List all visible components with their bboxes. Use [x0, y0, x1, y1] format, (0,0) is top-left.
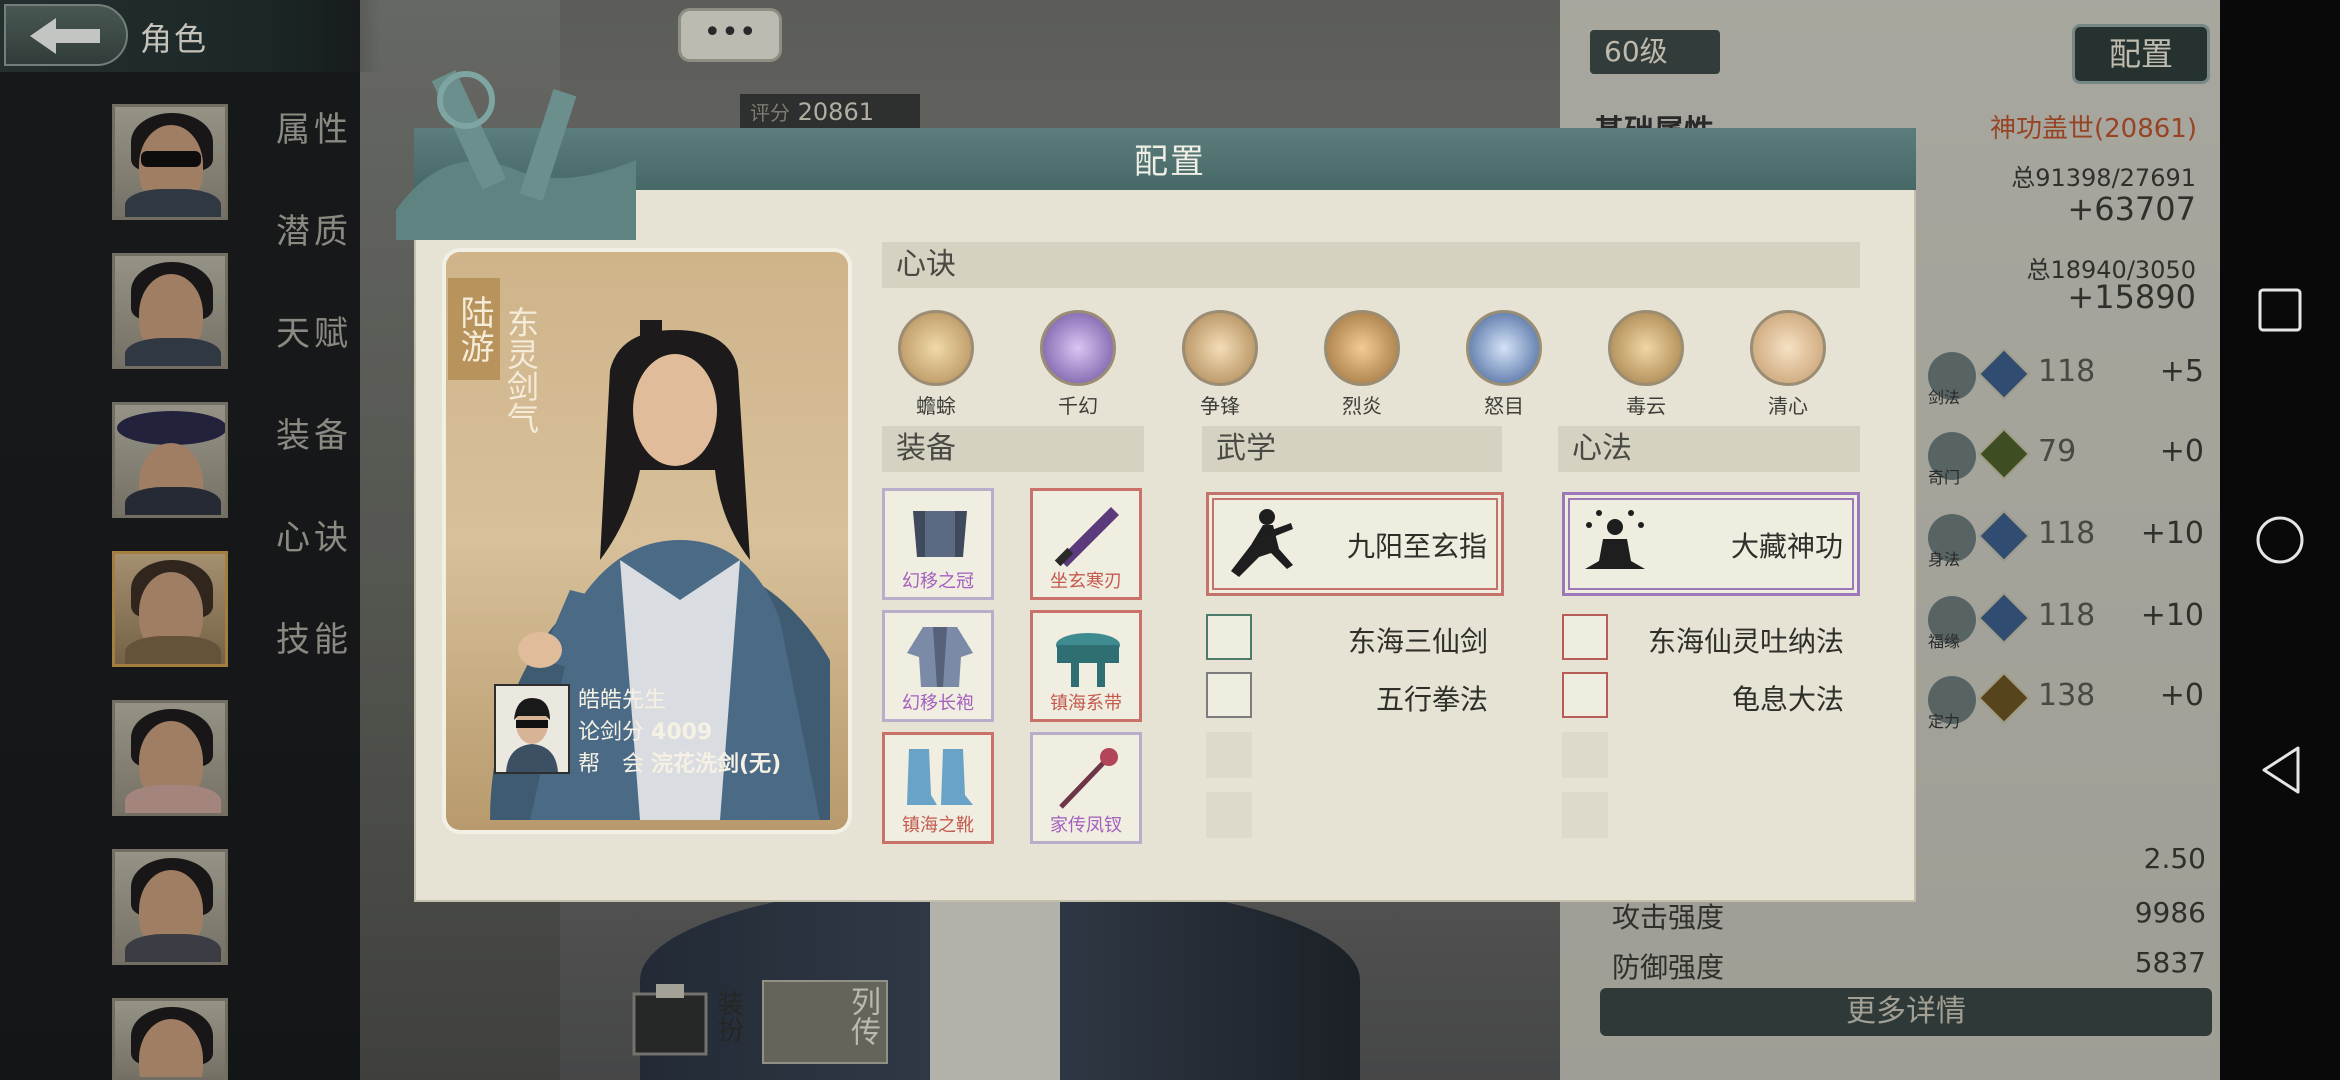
- square-icon[interactable]: [2256, 286, 2304, 334]
- sword-stance-icon: [1206, 614, 1252, 660]
- eye-icon: [1466, 310, 1542, 386]
- martial-slot-2[interactable]: 东海三仙剑: [1206, 614, 1502, 660]
- inner-slot-3[interactable]: 龟息大法: [1562, 672, 1858, 718]
- equip-slot-belt[interactable]: 镇海系带: [1030, 610, 1142, 722]
- turtle-breath-icon: [1562, 672, 1608, 718]
- robe-icon: [907, 627, 973, 687]
- system-nav-bar: [2220, 0, 2340, 1080]
- character-name: 陆游: [448, 278, 500, 380]
- belt-icon: [1056, 633, 1120, 687]
- inner-art-header: 心法: [1558, 426, 1860, 472]
- sword-ornament-icon: [396, 70, 636, 240]
- equip-slot-boots[interactable]: 镇海之靴: [882, 732, 994, 844]
- boots-icon: [907, 749, 973, 805]
- player-name: 皓皓先生: [578, 688, 667, 713]
- illusion-icon: [1040, 310, 1116, 386]
- equipment-header: 装备: [882, 426, 1144, 472]
- xinjue-skill-1[interactable]: 蟾蜍: [896, 310, 976, 419]
- xinjue-header: 心诀: [882, 242, 1860, 288]
- martial-main-slot[interactable]: 九阳至玄指: [1206, 492, 1504, 596]
- armor-icon: [913, 511, 967, 557]
- fist-stance-icon: [1206, 672, 1252, 718]
- lotus-icon: [1750, 310, 1826, 386]
- inner-slot-2[interactable]: 东海仙灵吐纳法: [1562, 614, 1858, 660]
- duel-score-line: 论剑分 4009: [578, 720, 713, 745]
- martial-empty-slot-1[interactable]: [1206, 732, 1252, 778]
- xinjue-skill-7[interactable]: 清心: [1748, 310, 1828, 419]
- triangle-back-icon[interactable]: [2258, 744, 2304, 796]
- equip-slot-crown[interactable]: 幻移之冠: [882, 488, 994, 600]
- flame-icon: [1324, 310, 1400, 386]
- inner-empty-slot-2[interactable]: [1562, 792, 1608, 838]
- equip-slot-hairpin[interactable]: 家传凤钗: [1030, 732, 1142, 844]
- toad-icon: [898, 310, 974, 386]
- meditation-icon: [1585, 510, 1645, 569]
- fist-icon: [1182, 310, 1258, 386]
- inner-empty-slot-1[interactable]: [1562, 732, 1608, 778]
- xinjue-skill-6[interactable]: 毒云: [1606, 310, 1686, 419]
- martial-empty-slot-2[interactable]: [1206, 792, 1252, 838]
- equip-slot-robe[interactable]: 幻移长袍: [882, 610, 994, 722]
- guild-line: 帮 会 浣花洗剑(无): [578, 752, 782, 777]
- hairpin-icon: [1059, 748, 1118, 809]
- player-avatar: [494, 684, 570, 774]
- modal-title: 配置: [1134, 142, 1206, 182]
- martial-header: 武学: [1202, 426, 1502, 472]
- xinjue-skill-2[interactable]: 千幻: [1038, 310, 1118, 419]
- xinjue-skill-4[interactable]: 烈炎: [1322, 310, 1402, 419]
- martial-fighter-icon: [1231, 509, 1293, 577]
- equip-slot-weapon[interactable]: 坐玄寒刃: [1030, 488, 1142, 600]
- xinjue-skill-5[interactable]: 怒目: [1464, 310, 1544, 419]
- blade-icon: [1054, 507, 1119, 567]
- inner-main-slot[interactable]: 大藏神功: [1562, 492, 1860, 596]
- character-sect: 东灵剑气: [502, 306, 540, 434]
- martial-slot-3[interactable]: 五行拳法: [1206, 672, 1502, 718]
- breathing-art-icon: [1562, 614, 1608, 660]
- player-avatar-icon: [506, 698, 558, 772]
- xinjue-skill-3[interactable]: 争锋: [1180, 310, 1260, 419]
- poison-cloud-icon: [1608, 310, 1684, 386]
- circle-icon[interactable]: [2254, 514, 2306, 566]
